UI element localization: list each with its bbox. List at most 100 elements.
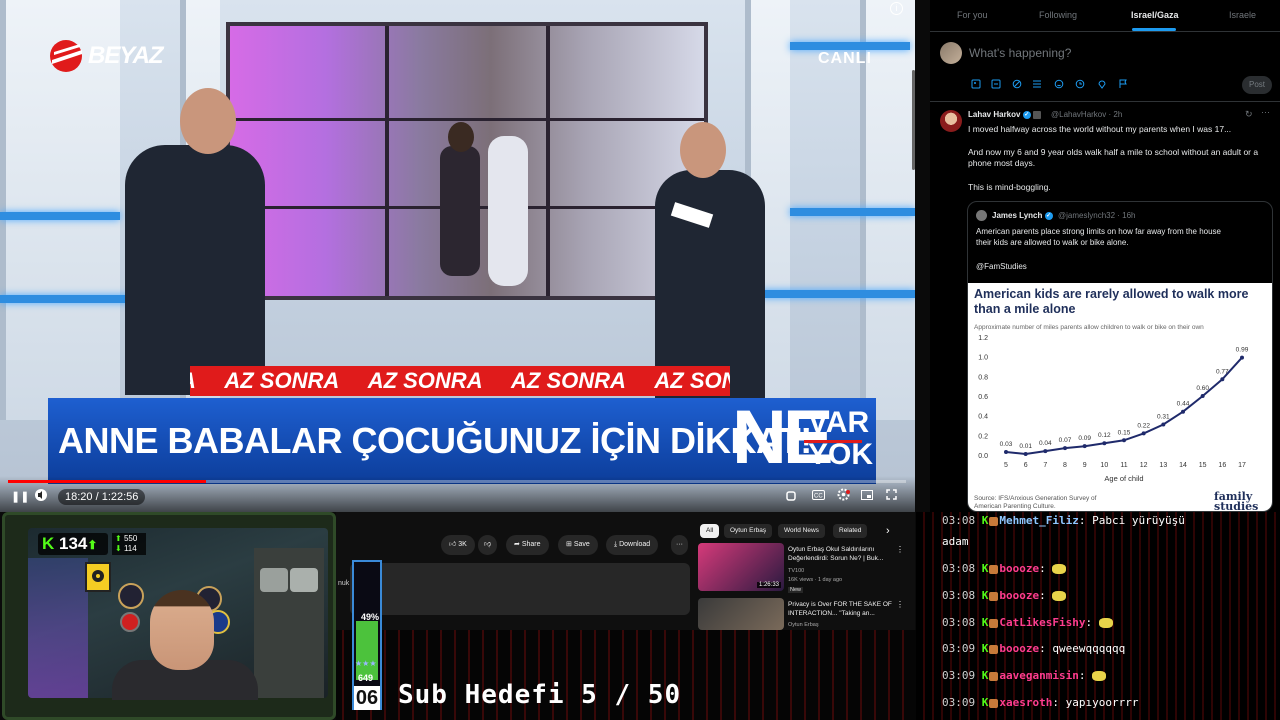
chat-username[interactable]: boooze xyxy=(999,562,1039,575)
subscriber-badge-icon xyxy=(989,564,999,574)
data-label: 0.44 xyxy=(1177,401,1190,408)
recommendation-channel[interactable]: TV100 xyxy=(788,568,804,574)
video-player[interactable]: BEYAZ CANLI A AZ SONRA AZ SONRA AZ SONRA… xyxy=(0,0,915,512)
location-icon[interactable] xyxy=(1097,79,1107,89)
verified-icon: ✓ xyxy=(1044,211,1053,220)
settings-icon[interactable] xyxy=(837,488,850,504)
chip-oytun-erbas[interactable]: Oytun Erbaş xyxy=(724,524,773,538)
chat-timestamp: 03:08 xyxy=(942,562,976,575)
chat-username[interactable]: boooze xyxy=(999,642,1039,655)
kick-icon: K xyxy=(42,534,55,553)
kick-icon: K xyxy=(981,616,989,629)
y-tick-label: 0.4 xyxy=(978,414,988,421)
live-label: CANLI xyxy=(818,50,872,67)
chat-username[interactable]: Mehmet_Filiz xyxy=(999,514,1078,527)
chart-title: American kids are rarely allowed to walk… xyxy=(974,287,1249,316)
wall-emblem xyxy=(120,612,140,632)
avatar xyxy=(976,210,987,221)
recommendation-thumbnail[interactable]: 1:26:33 xyxy=(698,543,784,591)
miniplayer-icon[interactable] xyxy=(861,489,873,503)
description-fragment: nuk xyxy=(338,580,350,587)
chevron-right-icon[interactable]: › xyxy=(886,525,890,537)
chip-related[interactable]: Related xyxy=(833,524,868,538)
x-tick-label: 5 xyxy=(1004,462,1008,469)
x-tick-label: 10 xyxy=(1100,462,1108,469)
chat-text: Pabci yürüyüşü xyxy=(1092,514,1185,527)
pause-icon[interactable]: ❚❚ xyxy=(11,490,29,503)
recommendation-channel[interactable]: Oytun Erbaş xyxy=(788,622,819,628)
subtitles-icon[interactable]: CC xyxy=(812,489,825,503)
chat-message: 03:08 K Mehmet_Filiz: Pabci yürüyüşü xyxy=(942,514,1185,527)
more-icon[interactable]: ··· xyxy=(1261,107,1270,117)
stats-badge: ⬆ 550 ⬇ 114 xyxy=(112,533,146,555)
presenter-left-head xyxy=(180,88,236,154)
ticker-item: AZ SONRA xyxy=(511,368,626,393)
tab-israele[interactable]: Israele xyxy=(1229,10,1256,20)
data-point xyxy=(1181,409,1185,414)
list-icon[interactable] xyxy=(1032,79,1042,89)
gif-icon[interactable] xyxy=(991,79,1001,89)
kick-icon: K xyxy=(981,642,989,655)
emoji-icon[interactable] xyxy=(1054,79,1064,89)
save-button[interactable]: ⊞ Save xyxy=(558,535,598,555)
tab-following[interactable]: Following xyxy=(1039,10,1077,20)
tweet-author-name[interactable]: Lahav Harkov ✓ xyxy=(968,110,1041,119)
chat-message: 03:09 Kaaveganmisin: xyxy=(942,669,1107,682)
data-point xyxy=(1004,450,1008,455)
chat-timestamp: 03:09 xyxy=(942,669,976,682)
autoplay-icon[interactable] xyxy=(786,490,796,504)
avatar[interactable] xyxy=(940,42,962,64)
page-scrollbar[interactable] xyxy=(912,70,915,170)
quote-author-name: James Lynch ✓ xyxy=(992,211,1053,220)
avatar[interactable] xyxy=(940,110,962,132)
quote-text: their kids are allowed to walk or bike a… xyxy=(976,238,1129,247)
more-actions-button[interactable]: ··· xyxy=(671,535,688,555)
video-duration: 1:26:33 xyxy=(756,582,781,588)
data-point xyxy=(1023,452,1028,457)
chat-username[interactable]: boooze xyxy=(999,589,1039,602)
data-label: 0.60 xyxy=(1196,385,1209,392)
schedule-icon[interactable] xyxy=(1075,79,1085,89)
arrow-up-icon: ⬆ xyxy=(87,538,98,552)
recommendation-title[interactable]: Privacy is Over FOR THE SAKE OF INTERACT… xyxy=(788,600,894,618)
flag-icon[interactable] xyxy=(1118,79,1128,89)
chat-username[interactable]: xaesroth xyxy=(999,696,1052,709)
tweet-text: I moved halfway across the world without… xyxy=(968,124,1232,134)
tab-for-you[interactable]: For you xyxy=(957,10,988,20)
grok-icon[interactable]: ↻ xyxy=(1245,109,1253,120)
recommendation-meta: 16K views · 1 day ago xyxy=(788,577,843,583)
quote-tweet[interactable]: James Lynch ✓ @jameslynch32 · 16h Americ… xyxy=(967,201,1273,512)
recommendation-title[interactable]: Oytun Erbaş Okul Saldırılarını Değerlend… xyxy=(788,545,894,563)
share-button[interactable]: ➦ Share xyxy=(506,535,549,555)
tab-israel-gaza[interactable]: Israel/Gaza xyxy=(1131,10,1179,20)
chat-message: 03:08 Kboooze: xyxy=(942,589,1067,602)
post-button[interactable]: Post xyxy=(1242,76,1272,94)
grok-icon[interactable] xyxy=(1012,79,1022,89)
data-point xyxy=(1122,438,1126,443)
save-icon: ⊞ xyxy=(566,541,572,548)
more-vert-icon[interactable]: ⋮ xyxy=(896,545,904,554)
download-button[interactable]: ⤓ Download xyxy=(606,535,659,555)
like-button[interactable]: 👍︎ 3K xyxy=(441,535,475,555)
data-point xyxy=(1200,394,1205,398)
image-icon[interactable] xyxy=(971,79,981,89)
dislike-button[interactable]: 👎︎ xyxy=(478,535,498,555)
info-icon[interactable]: i xyxy=(890,2,903,15)
more-vert-icon[interactable]: ⋮ xyxy=(896,600,904,609)
chat-username[interactable]: CatLikesFishy xyxy=(999,616,1085,629)
program-logo-var: VAR xyxy=(808,406,870,439)
chip-all[interactable]: All xyxy=(700,524,720,538)
chip-world-news[interactable]: World News xyxy=(778,524,825,538)
video-description[interactable] xyxy=(350,563,690,615)
chat-username[interactable]: aaveganmisin xyxy=(999,669,1078,682)
compose-input[interactable]: What's happening? xyxy=(969,46,1071,60)
chart-image[interactable]: American kids are rarely allowed to walk… xyxy=(968,283,1272,511)
volume-icon[interactable] xyxy=(34,488,48,505)
data-point xyxy=(1220,377,1225,382)
fullscreen-icon[interactable] xyxy=(886,489,897,503)
data-label: 0.77 xyxy=(1216,368,1229,375)
recommendation-thumbnail[interactable] xyxy=(698,598,784,630)
subscriber-badge-icon xyxy=(989,698,999,708)
retro-tv xyxy=(290,568,318,592)
emote-icon xyxy=(1092,671,1107,681)
